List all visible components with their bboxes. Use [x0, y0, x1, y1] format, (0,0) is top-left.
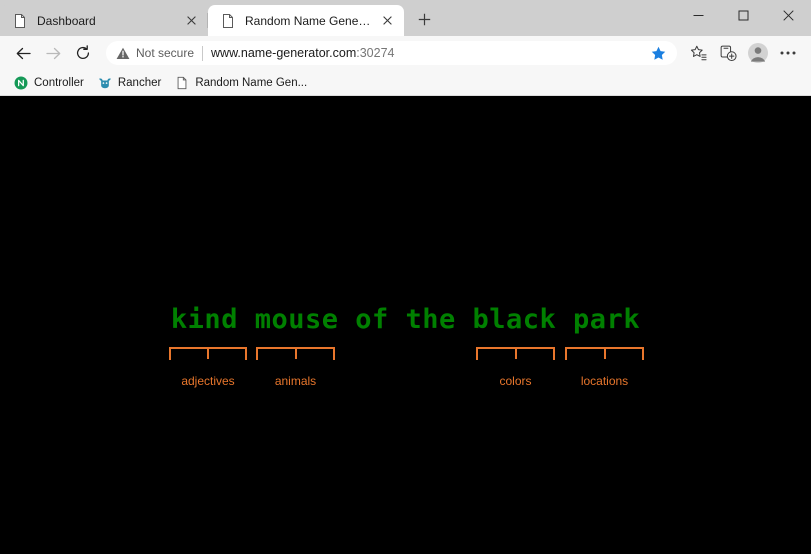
window-controls: [676, 0, 811, 30]
annotation-label: adjectives: [181, 374, 235, 388]
annotation-label: locations: [580, 374, 629, 388]
bookmark-controller[interactable]: Controller: [8, 73, 90, 93]
bracket-tick-icon: [294, 347, 297, 359]
maximize-icon: [738, 10, 749, 20]
annotation-colors: colors: [476, 336, 555, 388]
address-bar[interactable]: Not secure www.name-generator.com:30274: [106, 41, 677, 65]
refresh-icon: [76, 45, 90, 59]
minimize-button[interactable]: [676, 0, 721, 30]
bracket-tick-icon: [514, 347, 517, 359]
bracket-icon: [169, 347, 247, 360]
bookmark-rancher[interactable]: Rancher: [92, 73, 167, 93]
url-text: www.name-generator.com:30274: [211, 46, 648, 60]
tab-dashboard[interactable]: Dashboard: [0, 5, 208, 36]
bracket-icon: [476, 347, 555, 360]
security-indicator[interactable]: Not secure: [116, 46, 194, 60]
navigation-toolbar: Not secure www.name-generator.com:30274: [0, 36, 811, 70]
page-icon: [177, 76, 187, 89]
annotation-adjectives: adjectives: [169, 336, 247, 388]
bracket-tick-icon: [603, 347, 606, 359]
plus-icon: [418, 13, 430, 25]
close-icon[interactable]: [182, 12, 200, 30]
avatar-icon: [748, 43, 768, 63]
tab-random-name-generator[interactable]: Random Name Generator: [208, 5, 404, 36]
close-icon: [783, 9, 794, 21]
close-button[interactable]: [766, 0, 811, 30]
security-label: Not secure: [136, 46, 195, 60]
page-icon: [15, 13, 25, 28]
bookmark-star-icon[interactable]: [648, 43, 668, 63]
refresh-button[interactable]: [68, 38, 98, 68]
back-button[interactable]: [8, 38, 38, 68]
url-port: :30274: [356, 46, 395, 60]
bookmarks-bar: Controller Rancher Random Name Gen...: [0, 70, 811, 96]
bookmark-label: Rancher: [117, 76, 162, 89]
category-annotations: adjectives animals colors locations: [0, 96, 811, 552]
annotation-label: animals: [274, 374, 317, 388]
annotation-locations: locations: [565, 336, 644, 388]
arrow-left-icon: [16, 47, 31, 59]
collections-button[interactable]: [713, 38, 743, 68]
favorites-button[interactable]: [683, 38, 713, 68]
annotation-animals: animals: [256, 336, 335, 388]
url-host: www.name-generator.com: [211, 46, 357, 60]
bookmark-label: Random Name Gen...: [195, 76, 308, 89]
page-viewport: kind mouse of the black park adjectives …: [0, 96, 811, 554]
page-icon: [223, 13, 233, 28]
minimize-icon: [693, 14, 704, 16]
arrow-right-icon: [45, 47, 60, 59]
bracket-tick-icon: [207, 347, 209, 359]
profile-button[interactable]: [743, 38, 773, 68]
tab-title: Dashboard: [37, 13, 96, 28]
ellipsis-icon: [780, 51, 796, 55]
bookmark-label: Controller: [34, 76, 84, 89]
random-name-generator-page: kind mouse of the black park adjectives …: [0, 96, 811, 552]
rancher-icon: [98, 77, 111, 88]
omnibox-divider: [202, 45, 204, 61]
settings-menu-button[interactable]: [773, 38, 803, 68]
tab-strip: Dashboard Random Name Generator: [0, 0, 811, 36]
bracket-icon: [565, 347, 644, 360]
favorites-star-icon: [690, 45, 707, 60]
nginx-icon: [14, 76, 28, 89]
warning-triangle-icon: [116, 47, 130, 59]
close-icon[interactable]: [378, 12, 396, 30]
forward-button: [38, 38, 68, 68]
tab-title: Random Name Generator: [245, 13, 374, 28]
bookmark-random-name-gen[interactable]: Random Name Gen...: [169, 73, 313, 93]
new-tab-button[interactable]: [410, 5, 438, 33]
annotation-label: colors: [499, 374, 532, 388]
browser-window: Dashboard Random Name Generator Not secu…: [0, 0, 811, 554]
maximize-button[interactable]: [721, 0, 766, 30]
bracket-icon: [256, 347, 335, 360]
tab-list: Dashboard Random Name Generator: [0, 0, 438, 36]
collections-icon: [720, 45, 737, 61]
